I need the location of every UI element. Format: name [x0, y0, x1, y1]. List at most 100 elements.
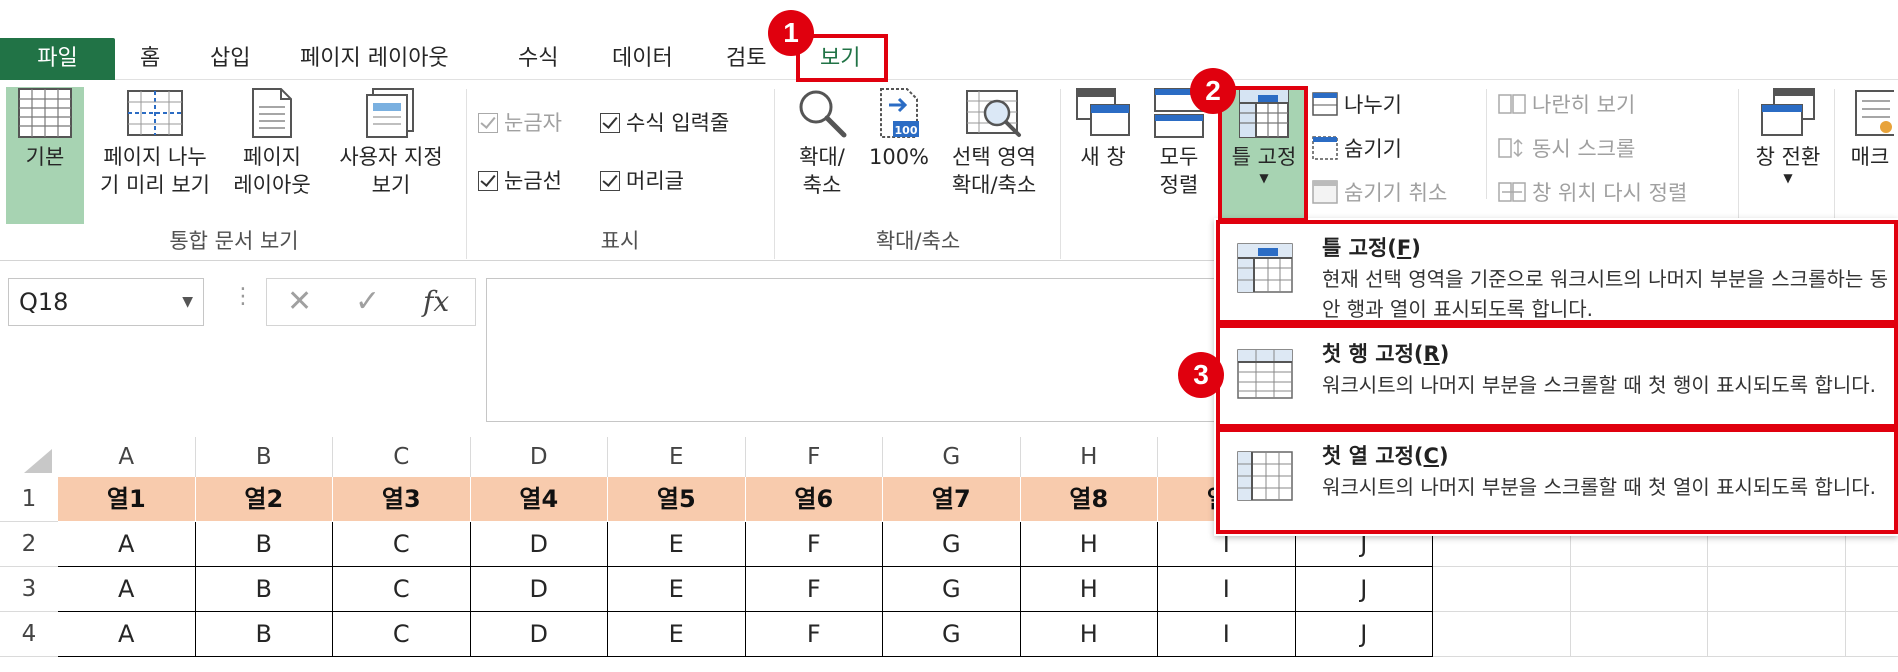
- formula-bar-checkbox[interactable]: 수식 입력줄: [600, 109, 729, 137]
- headings-checkbox[interactable]: 머리글: [600, 167, 684, 195]
- empty-cell[interactable]: [1708, 612, 1846, 657]
- column-header[interactable]: B: [196, 437, 333, 477]
- enter-icon[interactable]: ✓: [355, 279, 380, 325]
- header-cell[interactable]: 열6: [745, 477, 883, 522]
- hide-icon: [1312, 136, 1338, 160]
- table-cell[interactable]: D: [470, 522, 608, 567]
- column-header[interactable]: C: [333, 437, 471, 477]
- row-header[interactable]: 3: [0, 567, 58, 612]
- column-header[interactable]: D: [471, 437, 608, 477]
- column-header[interactable]: F: [746, 437, 883, 477]
- hide-button[interactable]: 숨기기: [1312, 135, 1402, 163]
- new-window-button[interactable]: 새 창: [1068, 87, 1138, 171]
- unhide-button[interactable]: 숨기기 취소: [1312, 179, 1447, 207]
- cancel-icon[interactable]: ✕: [287, 279, 312, 325]
- table-cell[interactable]: B: [195, 522, 333, 567]
- normal-view-button[interactable]: 기본: [6, 87, 84, 224]
- view-side-by-side-button[interactable]: 나란히 보기: [1498, 91, 1635, 119]
- column-header[interactable]: E: [608, 437, 746, 477]
- gridlines-checkbox[interactable]: 눈금선: [478, 167, 562, 195]
- table-cell[interactable]: J: [1295, 567, 1433, 612]
- column-header[interactable]: H: [1021, 437, 1158, 477]
- freeze-top-row-menu-item[interactable]: 첫 행 고정(R) 워크시트의 나머지 부분을 스크롤할 때 첫 행이 표시되도…: [1214, 328, 1898, 432]
- header-cell[interactable]: 열1: [58, 477, 196, 522]
- switch-windows-button[interactable]: 창 전환 ▼: [1746, 87, 1830, 185]
- empty-cell[interactable]: [1845, 612, 1898, 657]
- empty-cell[interactable]: [1570, 567, 1708, 612]
- split-button[interactable]: 나누기: [1312, 91, 1402, 119]
- freeze-first-column-menu-item[interactable]: 첫 열 고정(C) 워크시트의 나머지 부분을 스크롤할 때 첫 열이 표시되도…: [1214, 430, 1898, 534]
- annotation-badge-3: 3: [1178, 352, 1224, 398]
- tab-file[interactable]: 파일: [0, 38, 115, 80]
- insert-function-icon[interactable]: fx: [423, 279, 449, 325]
- table-cell[interactable]: G: [883, 567, 1021, 612]
- reset-window-position-button[interactable]: 창 위치 다시 정렬: [1498, 179, 1687, 207]
- empty-cell[interactable]: [1433, 612, 1571, 657]
- table-cell[interactable]: F: [745, 567, 883, 612]
- macros-button[interactable]: 매크: [1842, 87, 1898, 171]
- table-cell[interactable]: H: [1020, 567, 1158, 612]
- tab-data[interactable]: 데이터: [612, 38, 673, 80]
- more-options-icon[interactable]: ⋮: [232, 284, 254, 309]
- table-cell[interactable]: H: [1020, 522, 1158, 567]
- table-cell[interactable]: C: [333, 612, 471, 657]
- tab-formulas[interactable]: 수식: [518, 38, 558, 80]
- synchronous-scroll-button[interactable]: 동시 스크롤: [1498, 135, 1635, 163]
- zoom-button[interactable]: 확대/ 축소: [782, 87, 862, 199]
- table-cell[interactable]: A: [58, 612, 196, 657]
- table-cell[interactable]: H: [1020, 612, 1158, 657]
- tab-view[interactable]: 보기: [820, 38, 860, 80]
- table-cell[interactable]: I: [1158, 567, 1296, 612]
- row-header[interactable]: 1: [0, 477, 58, 522]
- table-cell[interactable]: E: [608, 522, 746, 567]
- table-cell[interactable]: A: [58, 522, 196, 567]
- switch-windows-icon: [1761, 88, 1815, 136]
- empty-cell[interactable]: [1433, 567, 1571, 612]
- header-cell[interactable]: 열7: [883, 477, 1021, 522]
- table-cell[interactable]: D: [470, 567, 608, 612]
- table-cell[interactable]: B: [195, 567, 333, 612]
- tab-review[interactable]: 검토: [726, 38, 766, 80]
- table-cell[interactable]: C: [333, 567, 471, 612]
- tab-insert[interactable]: 삽입: [210, 38, 250, 80]
- table-cell[interactable]: G: [883, 522, 1021, 567]
- custom-views-button[interactable]: 사용자 지정 보기: [320, 87, 462, 199]
- table-cell[interactable]: G: [883, 612, 1021, 657]
- chevron-down-icon[interactable]: ▼: [182, 279, 193, 325]
- name-box[interactable]: Q18 ▼: [8, 278, 204, 326]
- freeze-panes-button[interactable]: 틀 고정 ▼: [1220, 87, 1308, 224]
- empty-cell[interactable]: [1845, 567, 1898, 612]
- select-all-icon[interactable]: [20, 447, 54, 475]
- table-cell[interactable]: I: [1158, 612, 1296, 657]
- row-header[interactable]: 2: [0, 522, 58, 567]
- row-header[interactable]: 4: [0, 612, 58, 657]
- zoom-to-selection-button[interactable]: 선택 영역 확대/축소: [936, 87, 1052, 199]
- table-cell[interactable]: B: [195, 612, 333, 657]
- ruler-checkbox[interactable]: 눈금자: [478, 109, 562, 137]
- header-cell[interactable]: 열5: [608, 477, 746, 522]
- group-separator: [1486, 89, 1487, 199]
- column-header[interactable]: G: [883, 437, 1021, 477]
- empty-cell[interactable]: [1708, 567, 1846, 612]
- table-cell[interactable]: F: [745, 612, 883, 657]
- freeze-panes-menu-item[interactable]: 틀 고정(F) 현재 선택 영역을 기준으로 워크시트의 나머지 부분을 스크롤…: [1214, 222, 1898, 326]
- tab-page-layout[interactable]: 페이지 레이아웃: [300, 38, 449, 80]
- tab-home[interactable]: 홈: [140, 38, 160, 80]
- header-cell[interactable]: 열8: [1020, 477, 1158, 522]
- page-layout-view-button[interactable]: 페이지 레이아웃: [226, 87, 318, 199]
- page-break-preview-button[interactable]: 페이지 나누 기 미리 보기: [86, 87, 224, 199]
- table-cell[interactable]: C: [333, 522, 471, 567]
- header-cell[interactable]: 열2: [195, 477, 333, 522]
- table-cell[interactable]: J: [1295, 612, 1433, 657]
- table-cell[interactable]: F: [745, 522, 883, 567]
- zoom-100-button[interactable]: 100 100%: [864, 87, 934, 171]
- header-cell[interactable]: 열4: [470, 477, 608, 522]
- header-cell[interactable]: 열3: [333, 477, 471, 522]
- table-cell[interactable]: E: [608, 612, 746, 657]
- table-cell[interactable]: A: [58, 567, 196, 612]
- page-layout-label: 페이지 레이아웃: [233, 145, 311, 197]
- empty-cell[interactable]: [1570, 612, 1708, 657]
- column-header[interactable]: A: [58, 437, 196, 477]
- table-cell[interactable]: D: [470, 612, 608, 657]
- table-cell[interactable]: E: [608, 567, 746, 612]
